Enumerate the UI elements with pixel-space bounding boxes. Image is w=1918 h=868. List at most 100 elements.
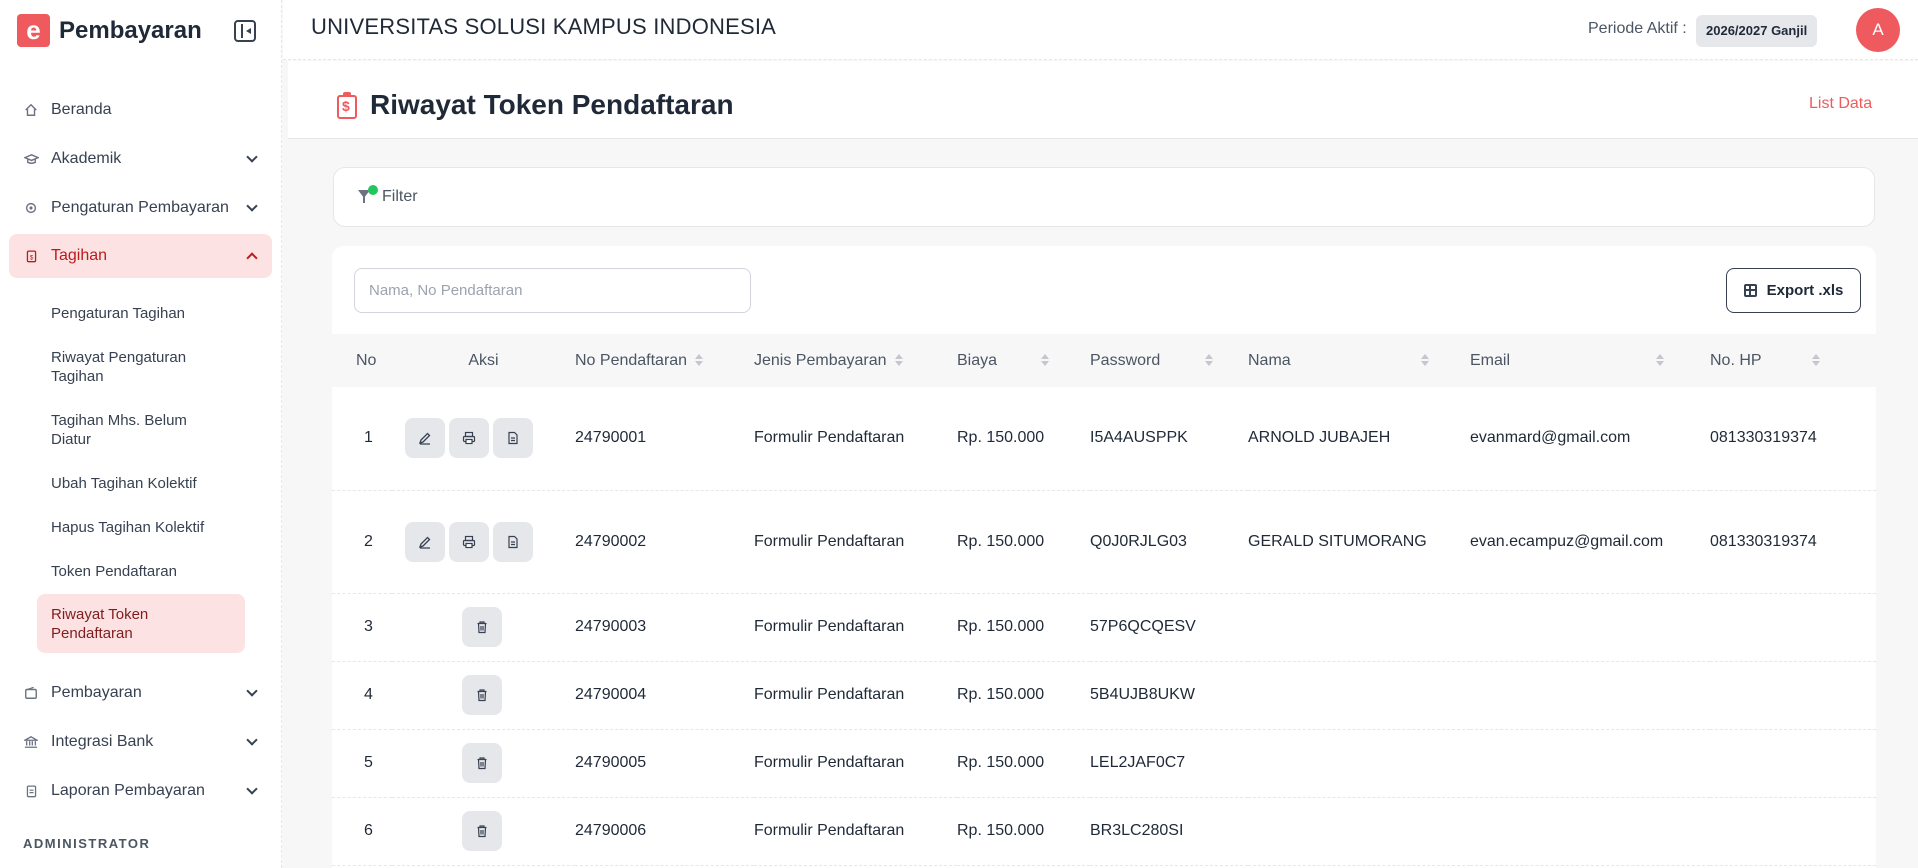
cell-actions <box>392 593 575 662</box>
delete-button[interactable] <box>461 743 502 783</box>
cell-no: 4 <box>332 661 392 730</box>
graduation-cap-icon <box>23 151 39 167</box>
column-header-email[interactable]: Email <box>1470 334 1710 387</box>
cell-nama <box>1248 661 1470 730</box>
cell-jenis-pembayaran: Formulir Pendaftaran <box>754 661 957 730</box>
periode-label: Periode Aktif : <box>1588 20 1687 37</box>
document-button[interactable] <box>493 418 533 459</box>
document-button[interactable] <box>493 521 533 562</box>
sidebar-item-akademik[interactable]: Akademik <box>9 137 272 181</box>
edit-icon <box>418 432 431 445</box>
sort-icon <box>1656 354 1665 367</box>
periode-badge: 2026/2027 Ganjil <box>1696 15 1818 47</box>
column-header-nama[interactable]: Nama <box>1248 334 1470 387</box>
cell-jenis-pembayaran: Formulir Pendaftaran <box>754 797 957 866</box>
cell-no-hp <box>1710 593 1876 662</box>
sort-icon <box>695 354 704 367</box>
column-header-label: Email <box>1470 351 1511 369</box>
top-header: UNIVERSITAS SOLUSI KAMPUS INDONESIA Peri… <box>283 0 1918 60</box>
cell-no-pendaftaran: 24790002 <box>575 490 754 594</box>
filter-label: Filter <box>382 188 418 205</box>
invoice-icon: $ <box>23 248 39 264</box>
sidebar-item-beranda[interactable]: Beranda <box>9 88 272 132</box>
cell-actions <box>392 797 575 866</box>
sidebar-item-pembayaran[interactable]: Pembayaran <box>9 671 272 715</box>
bank-icon <box>23 734 39 750</box>
table-row: 3 24790003 Formulir Pendaftaran Rp. 150.… <box>332 593 1876 662</box>
export-xls-button[interactable]: Export .xls <box>1726 268 1861 313</box>
column-header-biaya[interactable]: Biaya <box>957 334 1090 387</box>
column-header-label: Biaya <box>957 351 998 369</box>
cell-biaya: Rp. 150.000 <box>957 490 1090 594</box>
cell-jenis-pembayaran: Formulir Pendaftaran <box>754 729 957 798</box>
sidebar-item-tagihan[interactable]: $ Tagihan <box>9 234 272 278</box>
sidebar: e Pembayaran Beranda Akademik Pengaturan… <box>0 0 282 868</box>
cell-no-pendaftaran: 24790005 <box>575 729 754 798</box>
cell-password: I5A4AUSPPK <box>1090 387 1248 491</box>
sidebar-item-pengaturan-pembayaran[interactable]: Pengaturan Pembayaran <box>9 186 272 230</box>
cell-nama <box>1248 593 1470 662</box>
edit-button[interactable] <box>405 521 445 562</box>
sidebar-collapse-icon[interactable] <box>234 20 256 42</box>
delete-button[interactable] <box>461 811 502 851</box>
column-header-jenis-pembayaran[interactable]: Jenis Pembayaran <box>754 334 957 387</box>
sidebar-subitem-hapus-tagihan-kolektif[interactable]: Hapus Tagihan Kolektif <box>37 518 245 537</box>
filter-panel[interactable]: Filter <box>333 167 1875 227</box>
list-data-link[interactable]: List Data <box>1809 95 1872 113</box>
column-header-no-hp[interactable]: No. HP <box>1710 334 1876 387</box>
sidebar-subitem-tagihan-mhs-belum-diatur[interactable]: Tagihan Mhs. Belum Diatur <box>37 411 245 449</box>
cell-no-pendaftaran: 24790003 <box>575 593 754 662</box>
cell-biaya: Rp. 150.000 <box>957 729 1090 798</box>
delete-button[interactable] <box>461 675 502 715</box>
column-header-no: No <box>356 351 377 369</box>
delete-button[interactable] <box>461 607 502 647</box>
cell-email <box>1470 593 1710 662</box>
trash-icon <box>477 621 486 634</box>
print-button[interactable] <box>449 418 489 459</box>
cell-no-hp: 081330319374 <box>1710 387 1876 491</box>
document-icon <box>508 432 518 445</box>
sidebar-item-label: Beranda <box>51 101 112 118</box>
table-row: 4 24790004 Formulir Pendaftaran Rp. 150.… <box>332 661 1876 730</box>
column-header-no-pendaftaran[interactable]: No Pendaftaran <box>575 334 754 387</box>
sidebar-item-laporan-pembayaran[interactable]: Laporan Pembayaran <box>9 769 272 813</box>
chevron-down-icon <box>246 200 258 212</box>
sidebar-subitem-riwayat-token-pendaftaran[interactable]: Riwayat Token Pendaftaran <box>37 594 245 653</box>
chevron-down-icon <box>246 685 258 697</box>
print-button[interactable] <box>449 521 489 562</box>
search-input[interactable] <box>354 268 751 313</box>
cell-biaya: Rp. 150.000 <box>957 797 1090 866</box>
edit-icon <box>418 536 431 549</box>
cell-biaya: Rp. 150.000 <box>957 387 1090 491</box>
sidebar-item-label: Laporan Pembayaran <box>51 782 205 799</box>
settings-cog-icon <box>23 200 39 216</box>
wallet-icon <box>23 685 39 701</box>
column-header-password[interactable]: Password <box>1090 334 1248 387</box>
cell-no: 3 <box>332 593 392 662</box>
cell-email: evan.ecampuz@gmail.com <box>1470 490 1710 594</box>
cell-password: Q0J0RJLG03 <box>1090 490 1248 594</box>
sidebar-item-label: Tagihan <box>51 247 108 264</box>
chevron-down-icon <box>246 151 258 163</box>
printer-icon <box>462 432 476 445</box>
column-header-label: Jenis Pembayaran <box>754 351 887 369</box>
sidebar-item-label: Pembayaran <box>51 684 142 701</box>
sidebar-subitem-pengaturan-tagihan[interactable]: Pengaturan Tagihan <box>37 304 245 323</box>
brand[interactable]: e Pembayaran <box>17 14 202 47</box>
brand-logo: e <box>17 14 50 47</box>
sidebar-item-label: Pengaturan Pembayaran <box>51 199 229 216</box>
sort-icon <box>1811 354 1820 367</box>
column-header-aksi: Aksi <box>468 351 499 369</box>
sidebar-subitem-riwayat-pengaturan-tagihan[interactable]: Riwayat Pengaturan Tagihan <box>37 348 245 386</box>
cell-no: 6 <box>332 797 392 866</box>
cell-password: 57P6QCQESV <box>1090 593 1248 662</box>
cell-jenis-pembayaran: Formulir Pendaftaran <box>754 490 957 594</box>
avatar[interactable]: A <box>1856 8 1900 52</box>
edit-button[interactable] <box>405 418 445 459</box>
sidebar-subitem-ubah-tagihan-kolektif[interactable]: Ubah Tagihan Kolektif <box>37 474 245 493</box>
sidebar-item-integrasi-bank[interactable]: Integrasi Bank <box>9 720 272 764</box>
document-icon <box>508 535 518 548</box>
data-card: Export .xls No Aksi No Pendaftaran Jenis… <box>332 246 1876 868</box>
cell-no-pendaftaran: 24790006 <box>575 797 754 866</box>
sidebar-subitem-token-pendaftaran[interactable]: Token Pendaftaran <box>37 562 245 581</box>
